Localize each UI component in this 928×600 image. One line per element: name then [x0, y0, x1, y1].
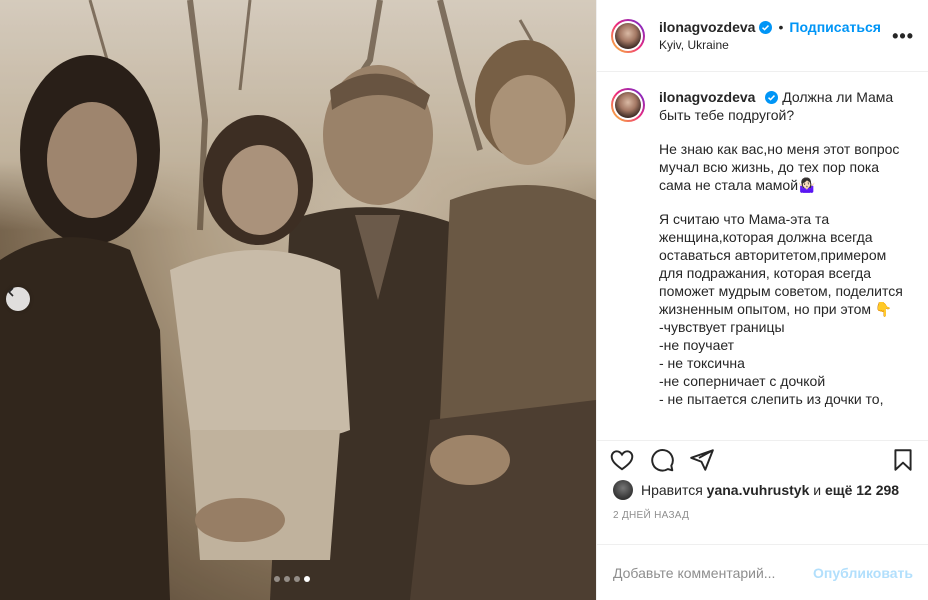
likes-prefix: Нравится [641, 482, 703, 498]
photo-illustration [0, 0, 596, 600]
publish-button[interactable]: Опубликовать [813, 565, 913, 581]
avatar[interactable] [611, 88, 645, 122]
likes-count-link[interactable]: ещё 12 298 [825, 482, 899, 498]
follow-button[interactable]: Подписаться [789, 19, 881, 35]
liker-avatar[interactable] [613, 480, 633, 500]
likes-summary: Нравится yana.vuhrustyk и ещё 12 298 [597, 478, 928, 502]
bookmark-icon[interactable] [890, 447, 916, 473]
post-photo[interactable] [0, 0, 596, 600]
share-icon[interactable] [689, 447, 715, 473]
more-options-icon[interactable]: ••• [892, 26, 914, 47]
comment-icon[interactable] [649, 447, 675, 473]
location-link[interactable]: Kyiv, Ukraine [659, 38, 881, 52]
liker-username-link[interactable]: yana.vuhrustyk [707, 482, 810, 498]
heart-icon[interactable] [609, 447, 635, 473]
verified-badge-icon [765, 91, 779, 104]
separator-dot: • [778, 19, 784, 35]
verified-badge-icon [759, 20, 773, 34]
carousel-indicator [274, 576, 310, 582]
comment-bar: Опубликовать [597, 544, 928, 600]
caption-username-link[interactable]: ilonagvozdeva [659, 89, 755, 105]
comment-input[interactable] [613, 564, 814, 581]
caption-paragraph: Не знаю как вас,но меня этот вопрос муча… [659, 141, 900, 193]
likes-connector: и [813, 482, 822, 498]
carousel-dot-active [304, 576, 310, 582]
chevron-left-icon [7, 287, 14, 297]
avatar[interactable] [611, 18, 645, 53]
caption: ilonagvozdeva Должна ли Мама быть тебе п… [659, 88, 909, 440]
post-side-panel: ilonagvozdeva • Подписаться Kyiv, Ukrain… [596, 0, 928, 600]
carousel-dot [294, 576, 300, 582]
carousel-dot [274, 576, 280, 582]
carousel-dot [284, 576, 290, 582]
caption-scroll-area[interactable]: ilonagvozdeva Должна ли Мама быть тебе п… [597, 72, 928, 440]
post-timestamp[interactable]: 2 ДНЕЙ НАЗАД [597, 502, 928, 536]
carousel-prev-button[interactable] [6, 287, 30, 311]
action-bar [597, 440, 928, 478]
post-header: ilonagvozdeva • Подписаться Kyiv, Ukrain… [597, 0, 928, 72]
username-link[interactable]: ilonagvozdeva [659, 19, 755, 35]
caption-paragraph: Я считаю что Мама-эта та женщина,которая… [659, 211, 903, 407]
